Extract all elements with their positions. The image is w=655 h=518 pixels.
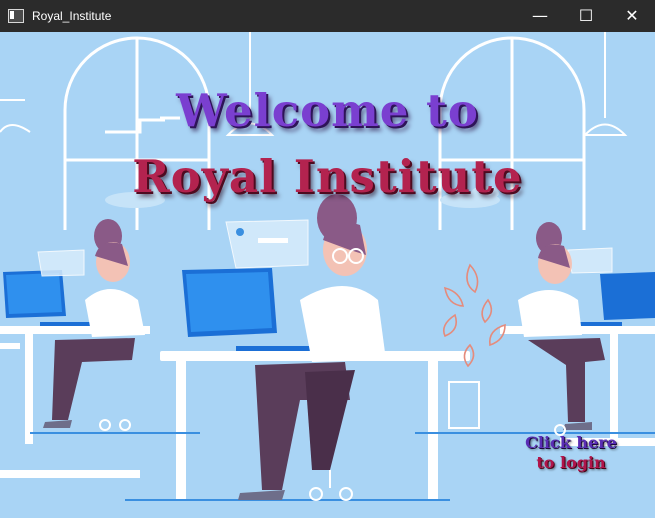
login-link-line1[interactable]: Click here: [515, 433, 627, 453]
welcome-heading-line2: Royal Institute: [132, 150, 523, 203]
welcome-heading-line1: Welcome to: [176, 84, 479, 137]
window-title: Royal_Institute: [32, 9, 112, 23]
minimize-button[interactable]: —: [517, 0, 563, 32]
login-link-line2[interactable]: to login: [515, 453, 627, 473]
maximize-button[interactable]: ☐: [563, 0, 609, 32]
close-button[interactable]: ✕: [609, 0, 655, 32]
title-bar[interactable]: Royal_Institute — ☐ ✕: [0, 0, 655, 32]
login-link[interactable]: Click here to login: [515, 433, 627, 473]
window-controls: — ☐ ✕: [517, 0, 655, 32]
app-icon: [8, 9, 24, 23]
app-window: Royal_Institute — ☐ ✕ Welcome to Royal I…: [0, 0, 655, 518]
background-scene: Welcome to Royal Institute Click here to…: [0, 32, 655, 518]
